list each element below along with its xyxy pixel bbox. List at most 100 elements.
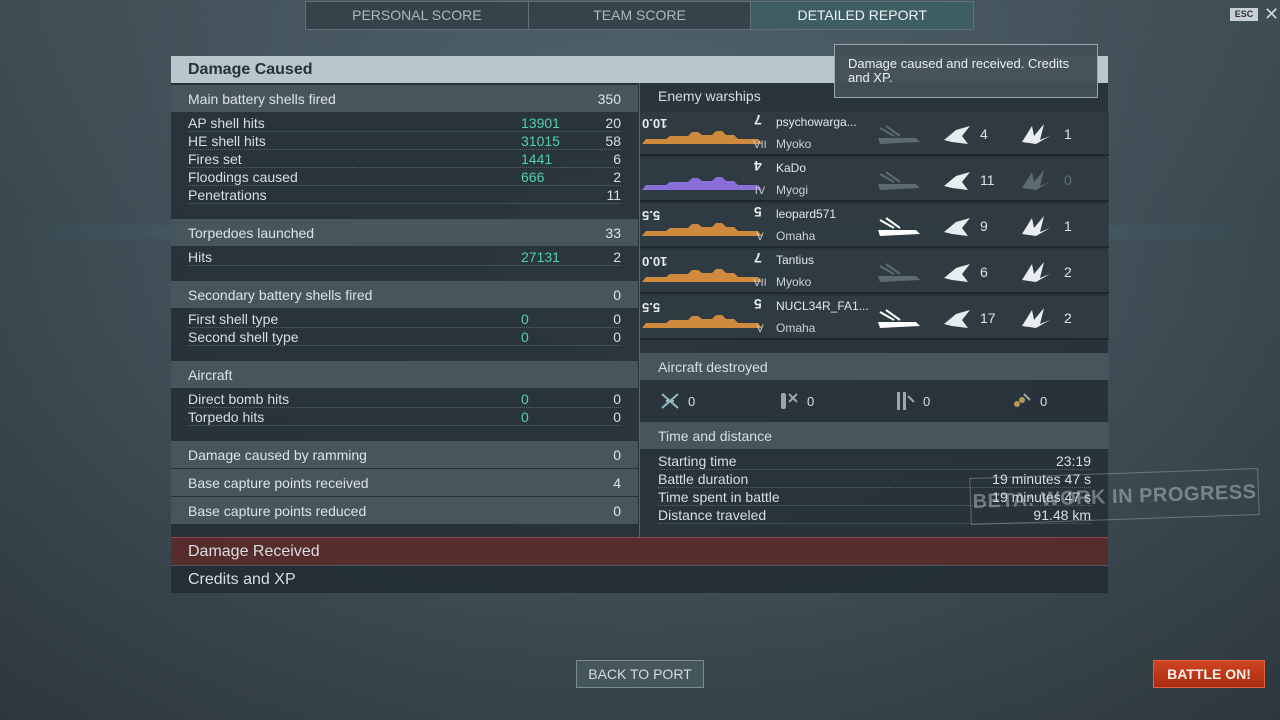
player-name: KaDo: [776, 161, 807, 175]
enemy-ship-row[interactable]: 10.0 7 VII Tantius Myoko 6 2: [640, 250, 1109, 294]
critical-hits-icon: [1018, 306, 1060, 328]
aircraft-label: Aircraft: [188, 366, 233, 383]
enemy-warships-panel: Enemy warships 10.0 7 VII psychowarga... Myo…: [639, 83, 1109, 537]
ship-tier-number: 5: [754, 204, 762, 220]
stat-label: Torpedo hits: [188, 408, 265, 425]
tab-personal-score[interactable]: PERSONAL SCORE: [306, 2, 529, 29]
tab-detailed-report[interactable]: DETAILED REPORT: [751, 2, 974, 29]
destroyed-ship-icon: [876, 260, 920, 282]
shell-hits-icon: [942, 306, 984, 328]
stat-row: HE shell hits 31015 58: [188, 132, 621, 150]
td-label: Starting time: [658, 452, 737, 469]
ship-silhouette-icon: [642, 222, 762, 236]
stat-count: 11: [606, 186, 621, 203]
aircraft-count: 0: [1040, 393, 1048, 409]
ship-tier-roman: V: [756, 231, 764, 243]
ship-name: Myogi: [776, 183, 809, 197]
stat-label: Fires set: [188, 150, 242, 167]
ship-tier-roman: IV: [754, 185, 766, 197]
ship-name: Myoko: [776, 137, 812, 151]
stat-label: Direct bomb hits: [188, 390, 290, 407]
stat-count: 6: [613, 150, 621, 167]
stat-damage: 1441: [521, 150, 553, 167]
ship-name: Omaha: [776, 321, 816, 335]
enemy-ship-row[interactable]: 5.5 5 V NUCL34R_FA1... Omaha 17 2: [640, 296, 1109, 340]
enemy-ship-row[interactable]: 5.5 5 Vleopard571 Omaha 9 1: [640, 204, 1109, 248]
secondary-header: Secondary battery shells fired 0: [171, 281, 638, 308]
hits-count: 4: [980, 126, 988, 142]
enemy-ship-row[interactable]: 10.0 7 VII psychowarga... Myoko 4 1: [640, 112, 1109, 156]
score-tabs: PERSONAL SCORE TEAM SCORE DETAILED REPOR…: [305, 1, 974, 30]
destroyed-ship-icon: [876, 122, 920, 144]
torpedoes-label: Torpedoes launched: [188, 224, 315, 241]
fighter-icon: [661, 393, 679, 409]
base-reduced-row: Base capture points reduced 0: [171, 497, 638, 524]
stat-label: Penetrations: [188, 186, 267, 203]
base-received-value: 4: [613, 474, 621, 491]
ship-badge: 5.5: [642, 208, 661, 223]
battle-on-button[interactable]: BATTLE ON!: [1153, 660, 1265, 688]
aircraft-destroyed-item: 0: [660, 388, 730, 414]
stat-damage: 27131: [521, 248, 560, 265]
stat-damage: 31015: [521, 132, 560, 149]
ship-silhouette-icon: [642, 314, 762, 328]
stat-label: First shell type: [188, 310, 279, 327]
shell-hits-icon: [942, 122, 984, 144]
stat-damage: 0: [521, 310, 529, 327]
enemy-ship-row[interactable]: 4 IV KaDo Myogi 11 0: [640, 158, 1109, 202]
aircraft-count: 0: [688, 393, 696, 409]
stat-label: Hits: [188, 248, 213, 265]
time-distance-row: Starting time 23:19: [658, 452, 1091, 470]
aircraft-destroyed-item: 0: [777, 388, 847, 414]
dive-bomber-icon: [1014, 393, 1031, 407]
main-battery-header: Main battery shells fired 350: [171, 85, 638, 112]
stat-label: Floodings caused: [188, 168, 298, 185]
base-received-label: Base capture points received: [188, 474, 369, 491]
stat-row: Floodings caused 666 2: [188, 168, 621, 186]
close-icon[interactable]: ✕: [1264, 4, 1279, 24]
stat-row: Second shell type 0 0: [188, 328, 621, 346]
stat-row: Hits 27131 2: [188, 248, 621, 266]
crit-count: 1: [1064, 126, 1072, 142]
stat-count: 0: [613, 310, 621, 327]
td-value: 23:19: [1055, 452, 1091, 469]
stat-damage: 0: [521, 328, 529, 345]
stat-damage: 0: [521, 408, 529, 425]
back-to-port-button[interactable]: BACK TO PORT: [576, 660, 704, 688]
player-name: Tantius: [776, 253, 815, 267]
tab-team-score[interactable]: TEAM SCORE: [529, 2, 752, 29]
stat-row: Penetrations 11: [188, 186, 621, 204]
ship-silhouette-icon: [642, 176, 762, 190]
td-label: Battle duration: [658, 470, 749, 487]
shell-hits-icon: [942, 260, 984, 282]
destroyed-ship-icon: [876, 168, 920, 190]
shell-hits-icon: [942, 214, 984, 236]
destroyed-ship-icon: [876, 306, 920, 328]
ship-name: Myoko: [776, 275, 812, 289]
ship-tier-number: 7: [754, 250, 762, 266]
destroyed-ship-icon: [876, 214, 920, 236]
ramming-value: 0: [613, 446, 621, 463]
player-name: NUCL34R_FA1...: [776, 299, 869, 313]
td-label: Time spent in battle: [658, 488, 780, 505]
ship-tier-number: 4: [754, 158, 762, 174]
shell-hits-icon: [942, 168, 984, 190]
aircraft-count: 0: [807, 393, 815, 409]
damage-received-bar[interactable]: Damage Received: [171, 537, 1108, 565]
credits-xp-bar[interactable]: Credits and XP: [171, 565, 1108, 593]
ship-tier-number: 7: [754, 112, 762, 128]
stat-count: 2: [613, 168, 621, 185]
aircraft-destroyed-header: Aircraft destroyed: [640, 353, 1109, 380]
damage-caused-stats: Main battery shells fired 350 AP shell h…: [171, 83, 638, 537]
base-reduced-label: Base capture points reduced: [188, 502, 367, 519]
aircraft-destroyed-item: 0: [1010, 388, 1080, 414]
stat-row: Torpedo hits 0 0: [188, 408, 621, 426]
hits-count: 11: [980, 172, 995, 188]
aircraft-count: 0: [923, 393, 931, 409]
stat-count: 0: [613, 408, 621, 425]
critical-hits-icon: [1018, 122, 1060, 144]
ship-silhouette-icon: [642, 130, 762, 144]
stat-row: AP shell hits 13901 20: [188, 114, 621, 132]
torpedo-bomber-icon: [897, 392, 915, 410]
stat-label: HE shell hits: [188, 132, 266, 149]
